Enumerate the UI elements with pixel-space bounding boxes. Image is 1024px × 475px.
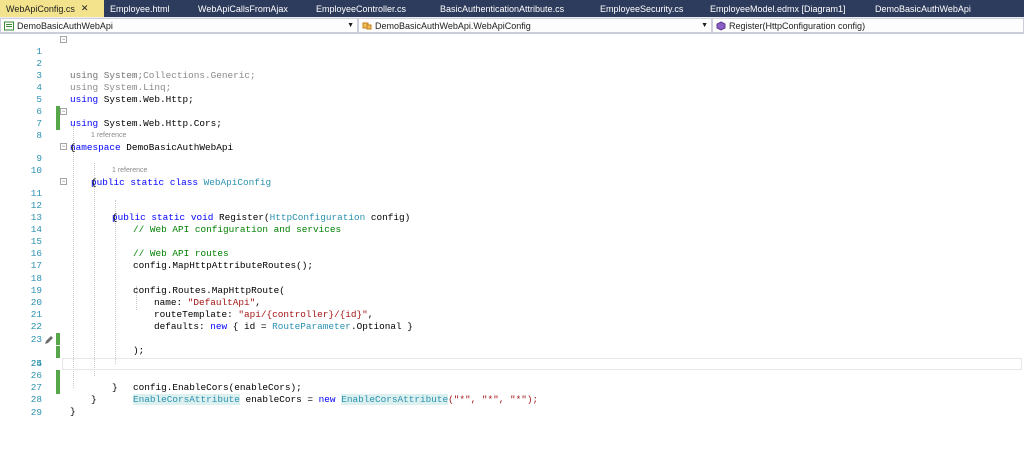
code-line: 16 config.MapHttpAttributeRoutes(); [0, 236, 1024, 271]
code-line: 14 [0, 212, 1024, 235]
code-line: 15 // Web API routes [0, 224, 1024, 259]
code-line: 23 [0, 322, 1024, 358]
code-line: 9 − public static class WebApiConfig [0, 141, 1024, 188]
code-line: 20 routeTemplate: "api/{controller}/{id}… [0, 285, 1024, 320]
code-line: 6 [0, 94, 1024, 130]
tab-employeemodel-edmx[interactable]: EmployeeModel.edmx [Diagram1] [704, 0, 869, 17]
code-line: 2 using System.Collections.Generic; [0, 46, 1024, 81]
codelens-references[interactable]: 1 reference [91, 131, 126, 141]
tab-label: EmployeeSecurity.cs [600, 3, 684, 14]
tab-webapicallsfromajax[interactable]: WebApiCallsFromAjax [192, 0, 310, 17]
code-line: 22 ); [0, 309, 1024, 356]
tab-demobasicauthwebapi[interactable]: DemoBasicAuthWebApi [869, 0, 979, 17]
tab-employeesecurity[interactable]: EmployeeSecurity.cs [594, 0, 704, 17]
code-line-current: 24 EnableCorsAttribute enableCors = new … [0, 334, 1024, 405]
class-icon [362, 22, 372, 29]
collapse-icon[interactable]: − [60, 178, 67, 185]
code-line: 21 defaults: new { id = RouteParameter.O… [0, 297, 1024, 332]
project-dropdown[interactable]: DemoBasicAuthWebApi ▼ [0, 18, 358, 33]
code-line: 29 [0, 395, 1024, 418]
code-line: 5 using System.Web.Http.Cors; [0, 82, 1024, 129]
code-line: 1 − using System; [0, 34, 1024, 81]
code-line: 18 config.Routes.MapHttpRoute( [0, 261, 1024, 296]
tab-webapiconfig[interactable]: WebApiConfig.cs ✕ [0, 0, 104, 17]
tab-label: EmployeeModel.edmx [Diagram1] [710, 3, 846, 14]
csharp-project-icon [4, 21, 14, 30]
collapse-icon[interactable]: − [60, 36, 67, 43]
code-line: 17 [0, 248, 1024, 271]
tab-label: BasicAuthenticationAttribute.cs [440, 3, 565, 14]
tab-employee-html[interactable]: Employee.html [104, 0, 192, 17]
code-line: 13 // Web API configuration and services [0, 200, 1024, 235]
dropdown-arrow-icon: ▼ [701, 22, 708, 29]
type-dropdown[interactable]: DemoBasicAuthWebApi.WebApiConfig ▼ [358, 18, 712, 33]
code-line: 11 − public static void Register(HttpCon… [0, 176, 1024, 223]
code-line: 4 using System.Web.Http; [0, 70, 1024, 105]
tab-label: Employee.html [110, 3, 170, 14]
code-line: 26 } [0, 358, 1024, 393]
tab-label: DemoBasicAuthWebApi [875, 3, 971, 14]
codelens-references[interactable]: 1 reference [112, 166, 147, 176]
tab-label: WebApiCallsFromAjax [198, 3, 288, 14]
code-line: 8 { [0, 118, 1024, 153]
code-line: 7 − namespace DemoBasicAuthWebApi [0, 106, 1024, 153]
code-line: 10 { [0, 153, 1024, 188]
code-line: 19 name: "DefaultApi", [0, 273, 1024, 308]
code-line: 3 using System.Linq; [0, 58, 1024, 93]
code-line: 28 } [0, 382, 1024, 417]
collapse-icon[interactable]: − [60, 143, 67, 150]
code-line: 27 } [0, 370, 1024, 405]
tab-label: EmployeeController.cs [316, 3, 407, 14]
pencil-icon[interactable] [44, 335, 54, 345]
code-editor[interactable]: 1 reference 1 reference 1 − using System… [0, 34, 1024, 475]
method-icon [716, 20, 726, 31]
dropdown-arrow-icon: ▼ [347, 22, 354, 29]
member-dropdown[interactable]: Register(HttpConfiguration config) [712, 18, 1024, 33]
tab-employeecontroller[interactable]: EmployeeController.cs [310, 0, 434, 17]
line-number: 29 [30, 407, 42, 418]
code-line: 12 { [0, 188, 1024, 223]
project-name: DemoBasicAuthWebApi [17, 20, 113, 31]
tab-basicauthenticationattribute[interactable]: BasicAuthenticationAttribute.cs [434, 0, 594, 17]
navigation-bar: DemoBasicAuthWebApi ▼ DemoBasicAuthWebAp… [0, 17, 1024, 34]
member-name: Register(HttpConfiguration config) [729, 20, 866, 31]
type-name: DemoBasicAuthWebApi.WebApiConfig [375, 20, 531, 31]
document-tab-bar: WebApiConfig.cs ✕ Employee.html WebApiCa… [0, 0, 1024, 17]
close-icon[interactable]: ✕ [81, 3, 89, 14]
code-line: 25 config.EnableCors(enableCors); [0, 346, 1024, 393]
code-text: } [70, 406, 76, 417]
tab-label: WebApiConfig.cs [6, 3, 75, 14]
collapse-icon[interactable]: − [60, 108, 67, 115]
